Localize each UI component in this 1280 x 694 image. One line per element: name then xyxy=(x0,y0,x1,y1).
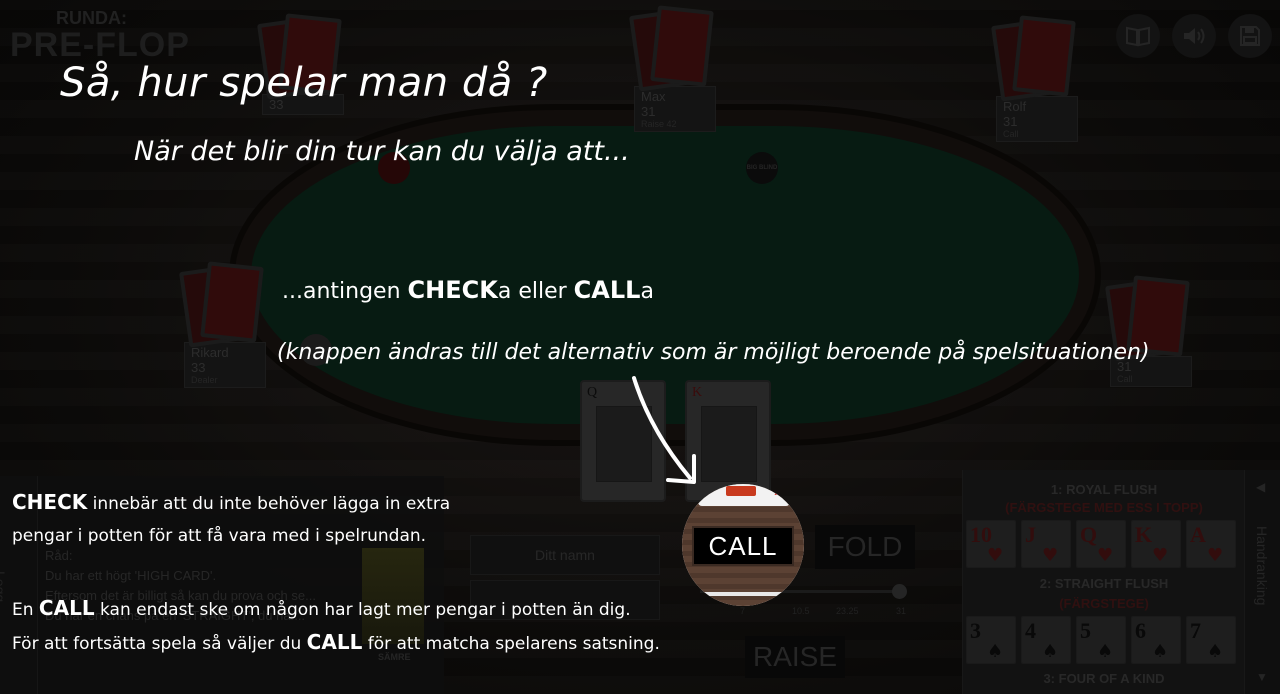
check-term: CHECK xyxy=(407,276,498,304)
slider-track-highlight xyxy=(682,592,804,596)
text-fragment: ...antingen xyxy=(282,279,408,304)
call-line-2: För att fortsätta spela så väljer du CAL… xyxy=(12,626,660,660)
call-term: CALL xyxy=(306,630,363,654)
text-fragment: innebär att du inte behöver lägga in ext… xyxy=(87,494,451,514)
call-button[interactable]: CALL xyxy=(692,526,794,566)
tutorial-title: Så, hur spelar man då ? xyxy=(60,60,548,106)
pointer-arrow-icon xyxy=(632,376,696,484)
call-line-1: En CALL kan endast ske om någon har lagt… xyxy=(12,592,660,626)
card-art xyxy=(726,486,756,496)
card-edge: K xyxy=(698,484,790,506)
text-fragment: kan endast ske om någon har lagt mer pen… xyxy=(94,600,631,620)
text-fragment: En xyxy=(12,600,39,620)
text-fragment: a xyxy=(640,279,654,304)
call-term: CALL xyxy=(38,596,95,620)
card-rank: K xyxy=(774,486,782,498)
call-spotlight: K CALL xyxy=(682,484,804,606)
text-fragment: för att matcha spelarens satsning. xyxy=(362,634,660,654)
tutorial-note: (knappen ändras till det alternativ som … xyxy=(277,340,1150,365)
text-fragment: a eller xyxy=(497,279,574,304)
tutorial-options-line: ...antingen CHECKa eller CALLa xyxy=(282,276,654,304)
check-line-1: CHECK innebär att du inte behöver lägga … xyxy=(12,486,450,520)
call-term: CALL xyxy=(573,276,641,304)
tutorial-subtitle: När det blir din tur kan du välja att... xyxy=(134,136,630,167)
tutorial-check-explanation: CHECK innebär att du inte behöver lägga … xyxy=(12,486,450,552)
tutorial-call-explanation: En CALL kan endast ske om någon har lagt… xyxy=(12,592,660,660)
text-fragment: För att fortsätta spela så väljer du xyxy=(12,634,307,654)
check-term: CHECK xyxy=(12,490,88,514)
check-line-2: pengar i potten för att få vara med i sp… xyxy=(12,526,427,546)
